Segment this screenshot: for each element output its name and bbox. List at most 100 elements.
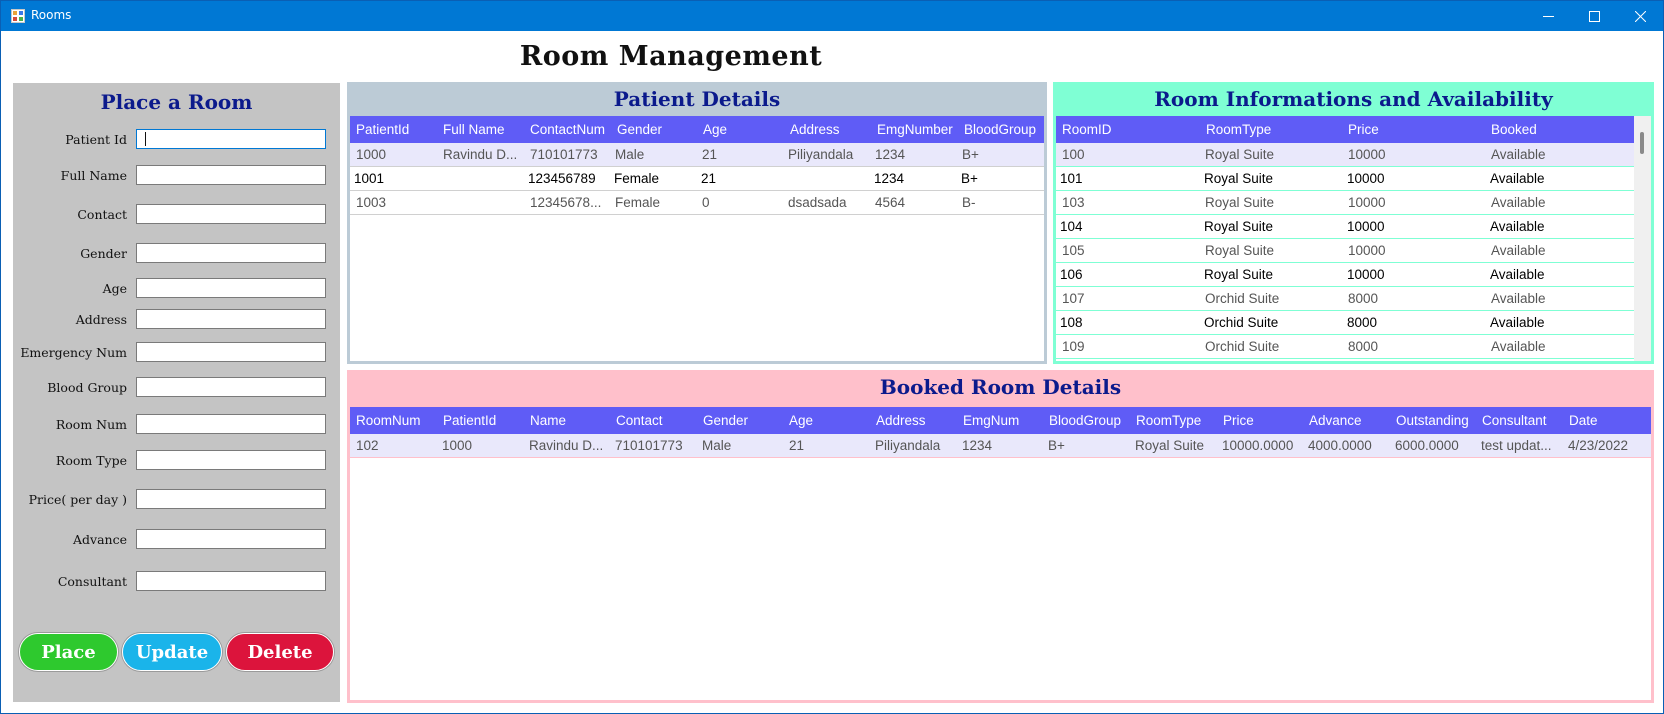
- col-header-address[interactable]: Address: [790, 122, 840, 137]
- cell: 10000: [1348, 147, 1386, 162]
- table-row[interactable]: 106 Royal Suite 10000 Available: [1056, 263, 1634, 287]
- col-header-price[interactable]: Price: [1348, 122, 1379, 137]
- table-row[interactable]: 1003 12345678... Female 0 dsadsada 4564 …: [350, 191, 1044, 215]
- age-label: Age: [102, 281, 127, 296]
- cell: Orchid Suite: [1205, 339, 1280, 354]
- place-button[interactable]: Place: [19, 633, 118, 671]
- table-row[interactable]: 104 Royal Suite 10000 Available: [1056, 215, 1634, 239]
- cell: Available: [1491, 195, 1546, 210]
- scrollbar-thumb[interactable]: [1640, 132, 1644, 154]
- emergency-num-input[interactable]: [136, 342, 326, 362]
- col-header-bloodgroup[interactable]: BloodGroup: [964, 122, 1036, 137]
- col-header-name[interactable]: Name: [530, 413, 566, 428]
- col-header-patientid[interactable]: PatientId: [356, 122, 409, 137]
- table-row[interactable]: 105 Royal Suite 10000 Available: [1056, 239, 1634, 263]
- cell: 10000: [1348, 243, 1386, 258]
- consultant-input[interactable]: [136, 571, 326, 591]
- room-grid-scrollbar[interactable]: [1634, 116, 1651, 361]
- col-header-date[interactable]: Date: [1569, 413, 1598, 428]
- cell: 8000: [1347, 315, 1378, 330]
- col-header-age[interactable]: Age: [789, 413, 813, 428]
- form-row-price: Price( per day ): [13, 489, 340, 511]
- full-name-input[interactable]: [136, 165, 326, 185]
- table-row[interactable]: 101 Royal Suite 10000 Available: [1056, 167, 1634, 191]
- room-num-input[interactable]: [136, 414, 326, 434]
- gender-input[interactable]: [136, 243, 326, 263]
- close-button[interactable]: [1617, 1, 1663, 31]
- cell: 105: [1062, 243, 1085, 258]
- col-header-age[interactable]: Age: [703, 122, 727, 137]
- col-header-emgnumber[interactable]: EmgNumber: [877, 122, 953, 137]
- title-bar[interactable]: Rooms: [1, 1, 1663, 31]
- form-row-age: Age: [13, 278, 340, 300]
- col-header-full-name[interactable]: Full Name: [443, 122, 505, 137]
- advance-label: Advance: [73, 532, 127, 547]
- table-row[interactable]: 100 Royal Suite 10000 Available: [1056, 143, 1634, 167]
- maximize-icon: [1588, 10, 1600, 22]
- advance-input[interactable]: [136, 529, 326, 549]
- close-icon: [1634, 10, 1646, 22]
- cell: 710101773: [615, 438, 683, 453]
- col-header-consultant[interactable]: Consultant: [1482, 413, 1547, 428]
- cell: 123456789: [528, 171, 596, 186]
- table-row[interactable]: 1001 123456789 Female 21 1234 B+: [350, 167, 1044, 191]
- room-grid[interactable]: RoomID RoomType Price Booked 100 Royal S…: [1056, 116, 1651, 361]
- col-header-outstanding[interactable]: Outstanding: [1396, 413, 1469, 428]
- address-input[interactable]: [136, 309, 326, 329]
- maximize-button[interactable]: [1571, 1, 1617, 31]
- contact-input[interactable]: [136, 204, 326, 224]
- table-row[interactable]: 107 Orchid Suite 8000 Available: [1056, 287, 1634, 311]
- col-header-contactnum[interactable]: ContactNum: [530, 122, 605, 137]
- table-row[interactable]: 109 Orchid Suite 8000 Available: [1056, 335, 1634, 359]
- booked-room-panel: Booked Room Details RoomNum PatientId Na…: [347, 370, 1654, 703]
- table-row[interactable]: 108 Orchid Suite 8000 Available: [1056, 311, 1634, 335]
- price-input[interactable]: [136, 489, 326, 509]
- delete-button[interactable]: Delete: [226, 633, 334, 671]
- cell: Orchid Suite: [1205, 291, 1280, 306]
- table-row[interactable]: 1000 Ravindu D... 710101773 Male 21 Pili…: [350, 143, 1044, 167]
- col-header-gender[interactable]: Gender: [703, 413, 748, 428]
- gender-label: Gender: [80, 246, 127, 261]
- cell: Royal Suite: [1204, 219, 1274, 234]
- col-header-gender[interactable]: Gender: [617, 122, 662, 137]
- update-button[interactable]: Update: [122, 633, 222, 671]
- col-header-booked[interactable]: Booked: [1491, 122, 1537, 137]
- cell: Available: [1490, 219, 1545, 234]
- col-header-patientid[interactable]: PatientId: [443, 413, 496, 428]
- cell: 107: [1062, 291, 1085, 306]
- cell: Available: [1491, 243, 1546, 258]
- col-header-advance[interactable]: Advance: [1309, 413, 1362, 428]
- patient-details-title: Patient Details: [613, 87, 781, 111]
- cell: 8000: [1348, 339, 1379, 354]
- col-header-roomtype[interactable]: RoomType: [1136, 413, 1201, 428]
- cell: 101: [1060, 171, 1083, 186]
- col-header-emgnum[interactable]: EmgNum: [963, 413, 1019, 428]
- table-row[interactable]: 103 Royal Suite 10000 Available: [1056, 191, 1634, 215]
- col-header-contact[interactable]: Contact: [616, 413, 663, 428]
- blood-group-input[interactable]: [136, 377, 326, 397]
- cell: 108: [1060, 315, 1083, 330]
- cell: 10000.0000: [1222, 438, 1294, 453]
- patient-id-input[interactable]: [136, 129, 326, 149]
- cell: Available: [1490, 267, 1545, 282]
- cell: 6000.0000: [1395, 438, 1459, 453]
- booked-grid-header: RoomNum PatientId Name Contact Gender Ag…: [350, 407, 1651, 434]
- col-header-bloodgroup[interactable]: BloodGroup: [1049, 413, 1121, 428]
- col-header-roomtype[interactable]: RoomType: [1206, 122, 1271, 137]
- col-header-price[interactable]: Price: [1223, 413, 1254, 428]
- table-row[interactable]: 102 1000 Ravindu D... 710101773 Male 21 …: [350, 434, 1651, 458]
- cell: Male: [615, 147, 645, 162]
- cell: Royal Suite: [1204, 171, 1274, 186]
- form-title: Place a Room: [100, 90, 253, 114]
- cell: Female: [615, 195, 661, 210]
- patient-grid[interactable]: PatientId Full Name ContactNum Gender Ag…: [350, 116, 1044, 361]
- room-info-title: Room Informations and Availability: [1154, 87, 1553, 111]
- minimize-button[interactable]: [1525, 1, 1571, 31]
- col-header-roomnum[interactable]: RoomNum: [356, 413, 421, 428]
- booked-grid[interactable]: RoomNum PatientId Name Contact Gender Ag…: [350, 407, 1651, 700]
- col-header-roomid[interactable]: RoomID: [1062, 122, 1112, 137]
- room-type-input[interactable]: [136, 450, 326, 470]
- cell: 1003: [356, 195, 387, 210]
- col-header-address[interactable]: Address: [876, 413, 926, 428]
- age-input[interactable]: [136, 278, 326, 298]
